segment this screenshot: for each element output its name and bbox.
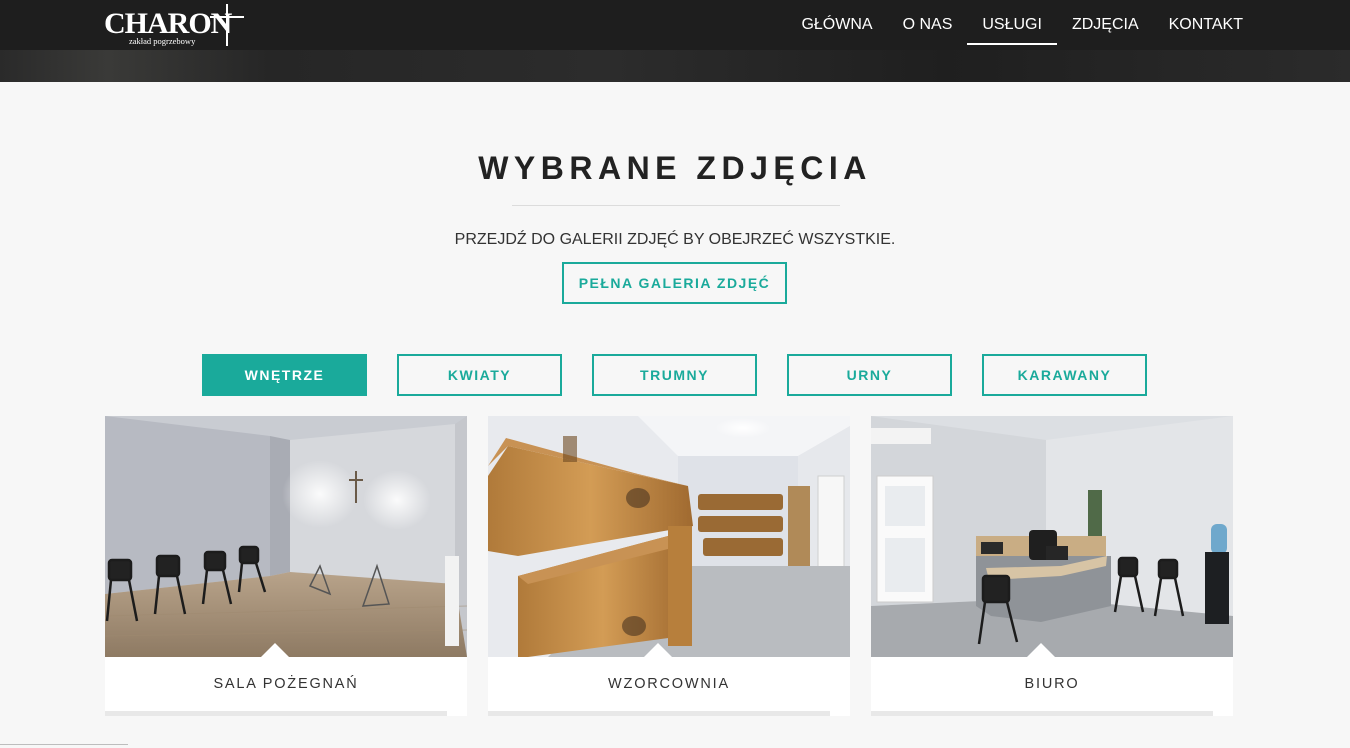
gallery-filters: WNĘTRZE KWIATY TRUMNY URNY KARAWANY: [202, 354, 1147, 396]
photo-wzorcownia[interactable]: [488, 416, 850, 657]
logo-wordmark: CHARON: [104, 7, 232, 40]
site-header: CHARON zakład pogrzebowy GŁÓWNA O NAS US…: [0, 0, 1350, 82]
card-caption: BIURO: [1024, 676, 1080, 692]
nav-item-o-nas[interactable]: O NAS: [888, 0, 968, 45]
logo[interactable]: CHARON zakład pogrzebowy: [104, 4, 249, 48]
main-nav: GŁÓWNA O NAS USŁUGI ZDJĘCIA KONTAKT: [786, 0, 1258, 50]
cross-icon-bar: [210, 16, 244, 18]
filter-trumny[interactable]: TRUMNY: [592, 354, 757, 396]
card-shadow: [871, 711, 1213, 716]
nav-item-uslugi[interactable]: USŁUGI: [967, 0, 1057, 45]
caption-pointer: [1027, 643, 1055, 657]
filter-karawany[interactable]: KARAWANY: [982, 354, 1147, 396]
card-caption: WZORCOWNIA: [608, 676, 730, 692]
full-gallery-button[interactable]: PEŁNA GALERIA ZDJĘĆ: [562, 262, 787, 304]
nav-item-zdjecia[interactable]: ZDJĘCIA: [1057, 0, 1154, 45]
caption-pointer: [644, 643, 672, 657]
cross-icon: [226, 4, 228, 46]
filter-kwiaty[interactable]: KWIATY: [397, 354, 562, 396]
section-subtitle: PRZEJDŹ DO GALERII ZDJĘĆ BY OBEJRZEĆ WSZ…: [454, 231, 896, 248]
filter-urny[interactable]: URNY: [787, 354, 952, 396]
card-caption: SALA POŻEGNAŃ: [213, 676, 359, 692]
gallery-card-wzorcownia[interactable]: WZORCOWNIA: [488, 416, 850, 716]
card-shadow: [105, 711, 447, 716]
title-divider: [512, 205, 840, 206]
logo-tagline: zakład pogrzebowy: [129, 36, 196, 46]
photo-sala-pozegnan[interactable]: [105, 416, 467, 657]
caption-pointer: [261, 643, 289, 657]
gallery-card-sala[interactable]: SALA POŻEGNAŃ: [105, 416, 467, 716]
header-hero-strip: [0, 50, 1350, 82]
nav-item-kontakt[interactable]: KONTAKT: [1154, 0, 1258, 45]
nav-item-glowna[interactable]: GŁÓWNA: [786, 0, 887, 45]
footer-divider: [0, 744, 128, 745]
photo-biuro[interactable]: [871, 416, 1233, 657]
card-shadow: [488, 711, 830, 716]
section-title: WYBRANE ZDJĘCIA: [478, 150, 872, 186]
gallery-card-biuro[interactable]: BIURO: [871, 416, 1233, 716]
filter-wnetrze[interactable]: WNĘTRZE: [202, 354, 367, 396]
